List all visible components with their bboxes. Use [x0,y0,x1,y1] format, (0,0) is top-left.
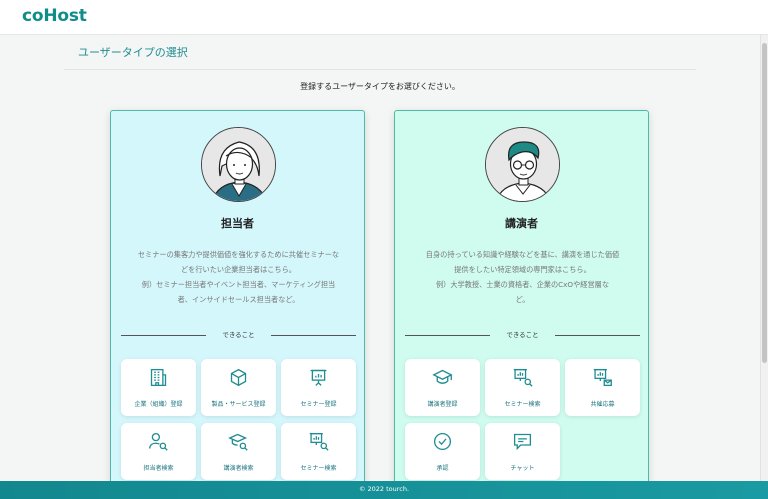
top-bar: coHost [0,0,768,35]
card-title: 担当者 [221,217,254,230]
presentation-search-icon [309,432,329,451]
tile-product-register[interactable]: 製品・サービス登録 [201,359,276,416]
man-avatar-icon [485,127,560,202]
cube-icon [230,368,247,387]
divider-line [555,335,640,336]
tile-seminar-search[interactable]: セミナー検索 [281,423,356,480]
user-type-card-tanto[interactable]: 担当者 セミナーの集客力や提供価値を強化するために共催セミナーな どを行いたい企… [110,110,365,490]
person-search-icon [149,432,168,451]
tile-chat[interactable]: チャット [485,423,560,480]
tile-cohost-apply[interactable]: 共催応募 [565,359,640,416]
desc-line: 提供をしたい特定領域の専門家はこちら。 [454,265,591,274]
presentation-icon [310,369,327,386]
divider-line [271,335,356,336]
desc-line: どを行いたい企業担当者はこちら。 [180,265,296,274]
check-circle-icon [433,432,452,451]
tile-label: セミナー検索 [300,465,337,472]
tile-label: 講演者登録 [427,401,458,408]
card-title: 講演者 [505,217,538,230]
page-subtitle: 登録するユーザータイプをお選びください。 [300,82,460,91]
tile-label: セミナー登録 [300,401,337,408]
footer: © 2022 tourch. [0,481,768,499]
can-do-label: できること [506,331,539,339]
can-do-divider: できること [121,329,356,341]
tile-label: 製品・サービス登録 [211,401,266,408]
tile-speaker-register[interactable]: 講演者登録 [405,359,480,416]
tile-label: 共催応募 [590,401,615,408]
tile-label: チャット [510,465,535,472]
desc-line: 自身の持っている知識や経験などを基に、講演を通じた価値 [425,250,620,259]
tile-seminar-search[interactable]: セミナー検索 [485,359,560,416]
page-scrollbar[interactable] [760,35,768,481]
title-divider [64,69,696,70]
tile-label: 企業（組織）登録 [134,401,183,408]
tile-company-register[interactable]: 企業（組織）登録 [121,359,196,416]
user-type-card-speaker[interactable]: 講演者 自身の持っている知識や経験などを基に、講演を通じた価値 提供をしたい特定… [394,110,649,490]
card-description: 自身の持っている知識や経験などを基に、講演を通じた価値 提供をしたい特定領域の専… [409,247,636,307]
desc-line: ど。 [515,295,530,304]
chat-icon [513,433,532,451]
graduation-cap-icon [432,369,453,384]
desc-line: セミナーの集客力や提供価値を強化するために共催セミナーな [137,250,340,259]
tile-label: 承認 [436,465,449,472]
page-title: ユーザータイプの選択 [78,46,188,59]
building-icon [150,368,167,387]
card-description: セミナーの集客力や提供価値を強化するために共催セミナーな どを行いたい企業担当者… [125,247,352,307]
tile-label: セミナー検索 [504,401,541,408]
woman-avatar-icon [201,127,276,202]
desc-line: 例）大学教授、士業の資格者、企業のCxOや経営層な [435,280,610,289]
presentation-search-icon [513,368,533,387]
graduation-search-icon [228,433,248,451]
can-do-divider: できること [405,329,640,341]
desc-line: 例）セミナー担当者やイベント担当者、マーケティング担当 [141,280,336,289]
scrollbar-thumb[interactable] [762,43,767,363]
tile-speaker-search[interactable]: 講演者検索 [201,423,276,480]
desc-line: 者、インサイドセールス担当者など。 [177,295,300,304]
tile-approve[interactable]: 承認 [405,423,480,480]
can-do-label: できること [222,331,255,339]
cohost-logo[interactable]: coHost [22,6,87,26]
tile-seminar-register[interactable]: セミナー登録 [281,359,356,416]
tile-label: 講演者検索 [223,465,254,472]
tile-tanto-search[interactable]: 担当者検索 [121,423,196,480]
presentation-mail-icon [593,368,612,387]
copyright-text: © 2022 tourch. [358,485,410,493]
tile-label: 担当者検索 [143,465,174,472]
